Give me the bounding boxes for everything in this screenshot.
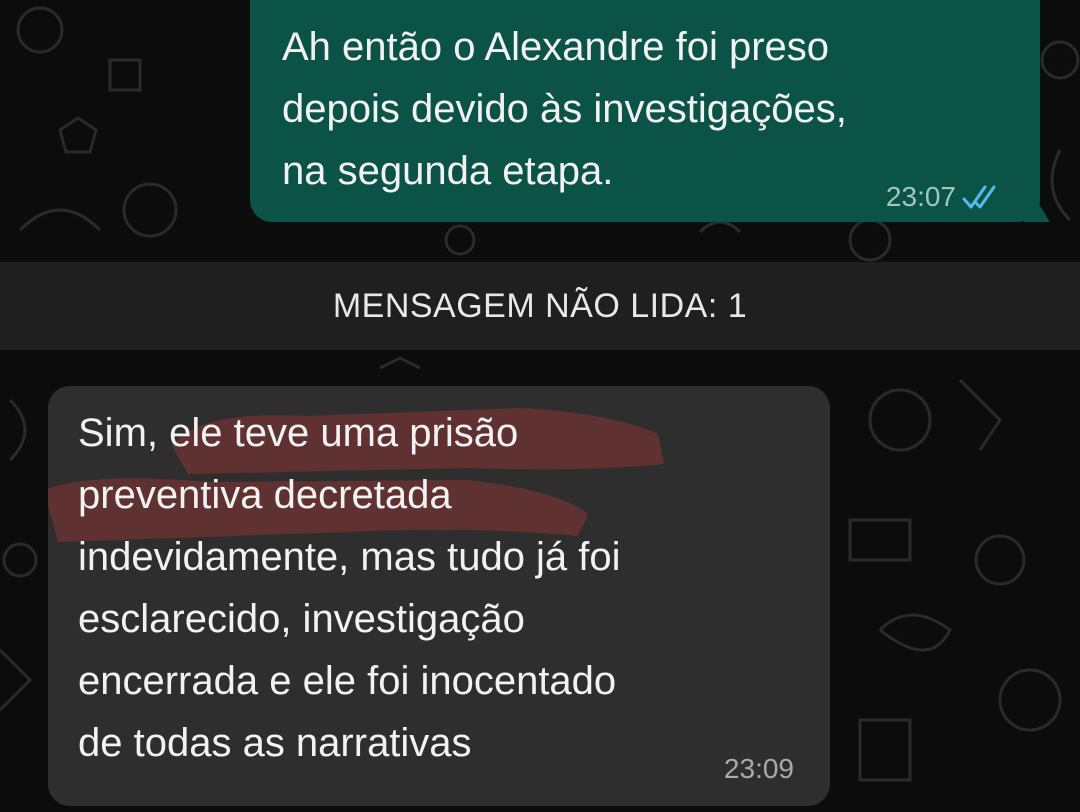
incoming-message-bubble[interactable]: Sim, ele teve uma prisão preventiva decr…: [48, 386, 830, 806]
outgoing-bubble-tail: [1024, 180, 1050, 222]
incoming-message-time: 23:09: [723, 753, 794, 784]
double-check-icon: [962, 185, 996, 209]
incoming-message-meta: 23:09: [724, 738, 794, 800]
unread-messages-divider: MENSAGEM NÃO LIDA: 1: [0, 262, 1080, 350]
incoming-message-text: Sim, ele teve uma prisão preventiva decr…: [78, 411, 621, 765]
outgoing-message-time: 23:07: [885, 181, 956, 212]
outgoing-message-meta: 23:07: [886, 166, 1004, 228]
unread-divider-label: MENSAGEM NÃO LIDA: 1: [332, 286, 748, 325]
outgoing-message-bubble[interactable]: Ah então o Alexandre foi preso depois de…: [250, 0, 1040, 222]
